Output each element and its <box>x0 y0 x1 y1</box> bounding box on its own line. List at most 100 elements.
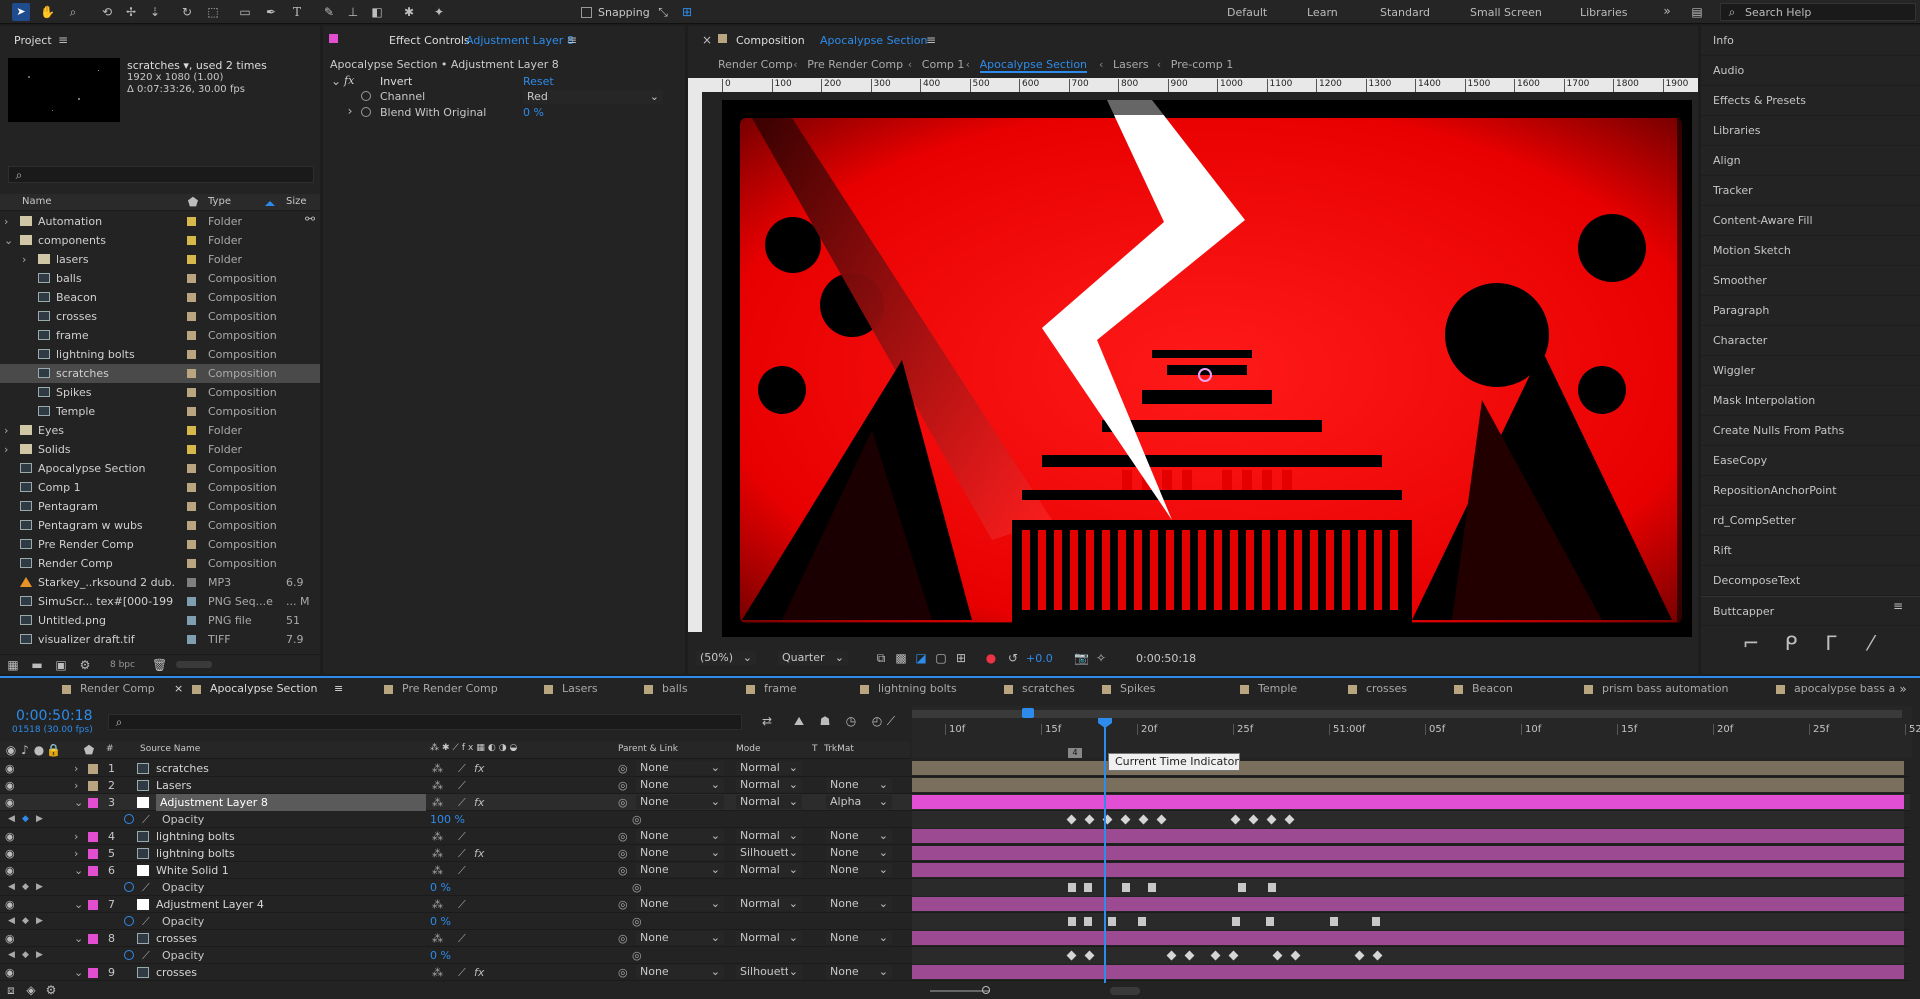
project-item[interactable]: › lasers Folder <box>0 250 320 269</box>
workspace-libraries[interactable]: Libraries <box>1580 6 1628 19</box>
blend-twirl-icon[interactable]: › <box>343 104 357 118</box>
cap-square-icon[interactable]: ᒥ <box>1819 633 1843 660</box>
region-of-interest-icon[interactable]: ▢ <box>934 651 948 665</box>
stopwatch-icon[interactable] <box>124 916 134 926</box>
parent-dropdown[interactable]: None ⌄ <box>636 795 724 809</box>
pan-tool-icon[interactable]: ✢ <box>124 5 138 19</box>
exposure-reset-icon[interactable]: ↺ <box>1006 651 1020 665</box>
marker-4[interactable]: 4 <box>1068 748 1082 758</box>
layer-name[interactable]: crosses <box>156 964 426 981</box>
property-value[interactable]: 0 % <box>430 947 451 964</box>
layer-name[interactable]: White Solid 1 <box>156 862 426 879</box>
project-settings-icon[interactable]: ⚙ <box>78 658 92 672</box>
trkmat-dropdown[interactable]: None ⌄ <box>826 931 892 945</box>
comp-tab-name[interactable]: Apocalypse Section <box>820 34 927 47</box>
orbit-tool-icon[interactable]: ⟲ <box>100 5 114 19</box>
composition-canvas[interactable] <box>722 100 1692 637</box>
quality-switch-icon[interactable]: ⟋ <box>458 964 466 981</box>
project-item[interactable]: balls Composition <box>0 269 320 288</box>
project-tab[interactable]: Project <box>14 34 52 47</box>
label-swatch[interactable] <box>187 388 196 397</box>
layer-row[interactable]: ◉ › 4 lightning bolts ⁂ ⟋ ◎ None ⌄ Normal ⌄ None ⌄ <box>0 828 1910 845</box>
label-swatch[interactable] <box>187 331 196 340</box>
flowchart-icon[interactable]: ⚯ <box>303 212 317 226</box>
property-value[interactable]: 0 % <box>430 913 451 930</box>
selection-tool[interactable]: ➤ <box>12 3 30 21</box>
quality-switch-icon[interactable]: ⟋ <box>458 828 466 845</box>
panel-rift[interactable]: Rift <box>1701 536 1920 566</box>
eraser-tool-icon[interactable]: ◧ <box>370 5 384 19</box>
keyframe-nav-left-icon[interactable]: ◀ <box>8 947 15 964</box>
shy-switch-icon[interactable]: ⁂ <box>432 794 443 811</box>
parent-dropdown[interactable]: None ⌄ <box>636 965 724 979</box>
layer-label-swatch[interactable] <box>88 781 98 791</box>
panel-mask-interpolation[interactable]: Mask Interpolation <box>1701 386 1920 416</box>
add-keyframe-icon[interactable]: ◆ <box>22 811 29 828</box>
expression-pickwhip-icon[interactable]: ◎ <box>632 811 642 828</box>
panel-paragraph[interactable]: Paragraph <box>1701 296 1920 326</box>
chevron-right-icon[interactable]: › <box>74 777 78 794</box>
shy-switch-icon[interactable]: ⁂ <box>432 845 443 862</box>
parent-pickwhip-icon[interactable]: ◎ <box>618 777 628 794</box>
label-swatch[interactable] <box>187 350 196 359</box>
parent-pickwhip-icon[interactable]: ◎ <box>618 930 628 947</box>
close-tab-icon[interactable]: × <box>700 33 714 47</box>
label-swatch[interactable] <box>187 369 196 378</box>
shy-switch-icon[interactable]: ⁂ <box>432 896 443 913</box>
parent-dropdown[interactable]: None ⌄ <box>636 931 724 945</box>
col-size[interactable]: Size <box>286 196 307 207</box>
layer-row[interactable]: ◉ ⌄ 3 Adjustment Layer 8 ⁂ ⟋ fx ◎ None ⌄ Normal ⌄ Al… <box>0 794 1910 811</box>
mode-dropdown[interactable]: Normal ⌄ <box>736 829 802 843</box>
zoom-tool-icon[interactable]: ⌕ <box>66 5 80 19</box>
trkmat-dropdown[interactable]: None ⌄ <box>826 863 892 877</box>
anchor-point-icon[interactable] <box>1198 368 1212 382</box>
parent-pickwhip-icon[interactable]: ◎ <box>618 845 628 862</box>
graph-icon[interactable]: ⟋ <box>142 913 150 930</box>
trkmat-dropdown[interactable]: None ⌄ <box>826 965 892 979</box>
layer-name[interactable]: Lasers <box>156 777 426 794</box>
layer-name[interactable]: Adjustment Layer 4 <box>156 896 426 913</box>
comp-flowchart-icon[interactable]: ⇄ <box>760 714 774 728</box>
project-item[interactable]: visualizer draft.tif TIFF 7.9 <box>0 630 320 649</box>
graph-icon[interactable]: ⟋ <box>142 879 150 896</box>
label-swatch[interactable] <box>187 597 196 606</box>
transparency-grid-icon[interactable]: ▩ <box>894 651 908 665</box>
work-area-bar[interactable] <box>912 710 1902 718</box>
label-swatch[interactable] <box>187 426 196 435</box>
project-item[interactable]: Starkey_..rksound 2 dub.mp3 MP3 6.9 <box>0 573 320 592</box>
mode-dropdown[interactable]: Silhouett ⌄ <box>736 846 802 860</box>
breadcrumb-item[interactable]: Lasers <box>1113 58 1149 71</box>
layer-duration-bar[interactable] <box>912 829 1904 843</box>
keyframe[interactable] <box>1372 917 1380 926</box>
chevron-down-icon[interactable]: ⌄ <box>74 896 83 913</box>
parent-pickwhip-icon[interactable]: ◎ <box>618 794 628 811</box>
panel-buttcapper[interactable]: Buttcapper <box>1701 596 1920 626</box>
col-trkmat[interactable]: TrkMat <box>824 744 854 754</box>
cap-butt-icon[interactable]: ⌐ <box>1739 633 1763 660</box>
graph-icon[interactable]: ⟋ <box>142 811 150 828</box>
puppet-tool-icon[interactable]: ✦ <box>432 5 446 19</box>
chevron-down-icon[interactable]: ⌄ <box>4 231 14 250</box>
property-row[interactable]: ◀ ◆ ▶ ⟋ Opacity 0 % ◎ <box>0 879 1910 896</box>
mode-dropdown[interactable]: Normal ⌄ <box>736 863 802 877</box>
shy-switch-icon[interactable]: ⁂ <box>432 828 443 845</box>
project-item[interactable]: scratches Composition <box>0 364 320 383</box>
parent-dropdown[interactable]: None ⌄ <box>636 897 724 911</box>
visibility-eye-icon[interactable]: ◉ <box>5 760 15 777</box>
channel-icon[interactable]: ● <box>984 651 998 665</box>
trkmat-dropdown[interactable]: None ⌄ <box>826 778 892 792</box>
visibility-eye-icon[interactable]: ◉ <box>5 794 15 811</box>
keyframe[interactable] <box>1084 917 1092 926</box>
panel-repositionanchorpoint[interactable]: RepositionAnchorPoint <box>1701 476 1920 506</box>
label-swatch[interactable] <box>187 274 196 283</box>
workspace-standard[interactable]: Standard <box>1380 6 1430 19</box>
label-swatch[interactable] <box>187 635 196 644</box>
layer-duration-bar[interactable] <box>912 778 1904 792</box>
layer-label-swatch[interactable] <box>88 798 98 808</box>
roto-brush-tool-icon[interactable]: ✱ <box>402 5 416 19</box>
breadcrumb-item[interactable]: Pre Render Comp <box>807 58 903 71</box>
layer-row[interactable]: ◉ › 2 Lasers ⁂ ⟋ ◎ None ⌄ Normal ⌄ None ⌄ <box>0 777 1910 794</box>
visibility-eye-icon[interactable]: ◉ <box>5 777 15 794</box>
exposure-value[interactable]: +0.0 <box>1026 652 1053 665</box>
expression-pickwhip-icon[interactable]: ◎ <box>632 879 642 896</box>
